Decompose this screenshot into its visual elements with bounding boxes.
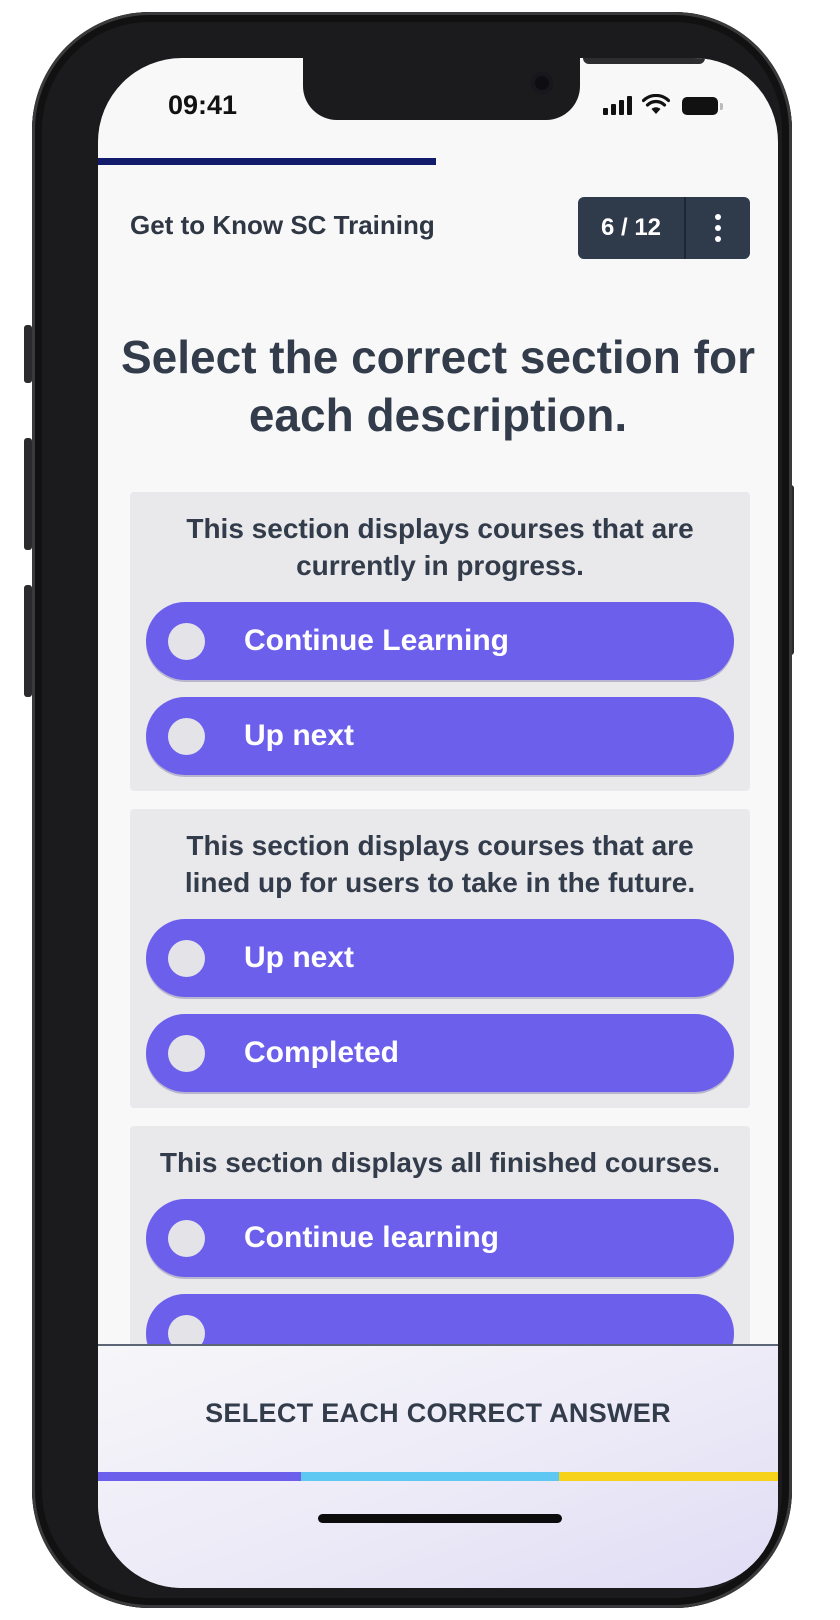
menu-button[interactable] <box>686 197 750 259</box>
vertical-dots-icon <box>715 214 721 220</box>
camera-icon <box>531 72 553 94</box>
radio-icon[interactable] <box>168 1314 205 1344</box>
page-counter: 6 / 12 <box>578 197 686 259</box>
mute-switch <box>24 325 32 383</box>
radio-icon[interactable] <box>168 717 205 755</box>
battery-icon <box>682 97 723 115</box>
answer-cards[interactable]: This section displays courses that are c… <box>130 492 750 1344</box>
lesson-progress-bar <box>98 158 436 165</box>
radio-icon[interactable] <box>168 622 205 660</box>
home-indicator[interactable] <box>318 1514 562 1523</box>
radio-icon[interactable] <box>168 1034 205 1072</box>
option-label: Completed <box>244 1036 400 1069</box>
page-counter-box: 6 / 12 <box>578 197 750 259</box>
question-card: This section displays courses that are l… <box>130 809 750 1108</box>
question-card: This section displays courses that are c… <box>130 492 750 791</box>
radio-icon[interactable] <box>168 939 205 977</box>
wifi-icon <box>642 94 670 114</box>
notch <box>303 58 705 120</box>
footer-panel: SELECT EACH CORRECT ANSWER <box>98 1344 778 1588</box>
course-title: Get to Know SC Training <box>130 210 435 240</box>
card-prompt: This section displays courses that are l… <box>184 830 696 898</box>
card-prompt: This section displays all finished cours… <box>159 1147 721 1178</box>
instruction-text: SELECT EACH CORRECT ANSWER <box>205 1398 671 1428</box>
card-prompt: This section displays courses that are c… <box>186 513 694 581</box>
radio-icon[interactable] <box>168 1219 205 1257</box>
volume-down-button <box>24 585 32 697</box>
answer-option[interactable]: Completed <box>146 1014 734 1092</box>
option-label: Up next <box>244 719 355 752</box>
status-time: 09:41 <box>168 90 238 120</box>
answer-option[interactable]: Continue Learning <box>146 602 734 680</box>
answer-option[interactable] <box>146 1294 734 1344</box>
signal-icon <box>603 95 632 115</box>
status-icons <box>603 94 723 115</box>
question-card: This section displays all finished cours… <box>130 1126 750 1344</box>
speaker <box>583 58 705 64</box>
phone-screen: 09:41 Get to Know SC Training 6 / 12 Sel… <box>98 58 778 1588</box>
brand-color-bar <box>98 1472 778 1481</box>
phone-frame: 09:41 Get to Know SC Training 6 / 12 Sel… <box>32 12 792 1608</box>
volume-up-button <box>24 438 32 550</box>
option-label: Continue Learning <box>244 624 509 657</box>
answer-option[interactable]: Continue learning <box>146 1199 734 1277</box>
answer-option[interactable]: Up next <box>146 697 734 775</box>
option-label: Continue learning <box>244 1221 499 1254</box>
answer-option[interactable]: Up next <box>146 919 734 997</box>
question-title: Select the correct section for each desc… <box>121 331 755 441</box>
option-label: Up next <box>244 941 355 974</box>
